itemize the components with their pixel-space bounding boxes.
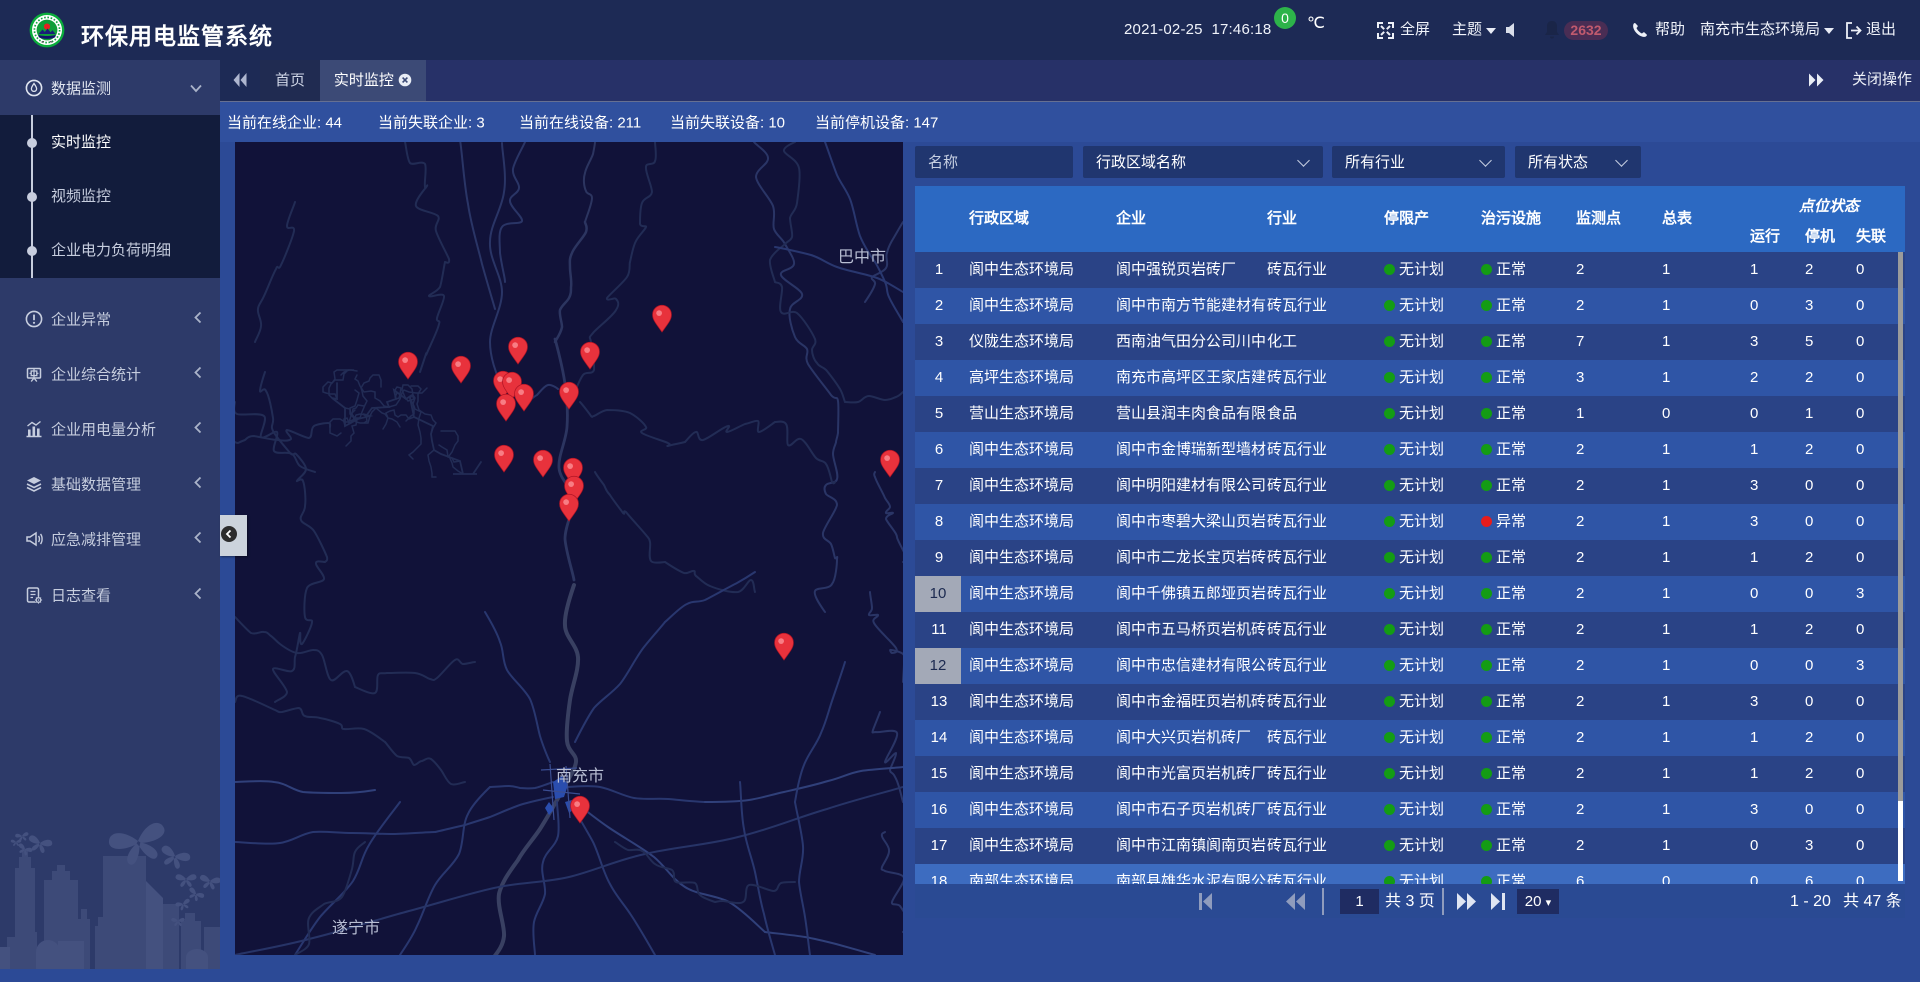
svg-text:巴中市: 巴中市 [838,248,886,266]
svg-text:南充市: 南充市 [556,767,604,785]
svg-text:遂宁市: 遂宁市 [332,919,380,937]
